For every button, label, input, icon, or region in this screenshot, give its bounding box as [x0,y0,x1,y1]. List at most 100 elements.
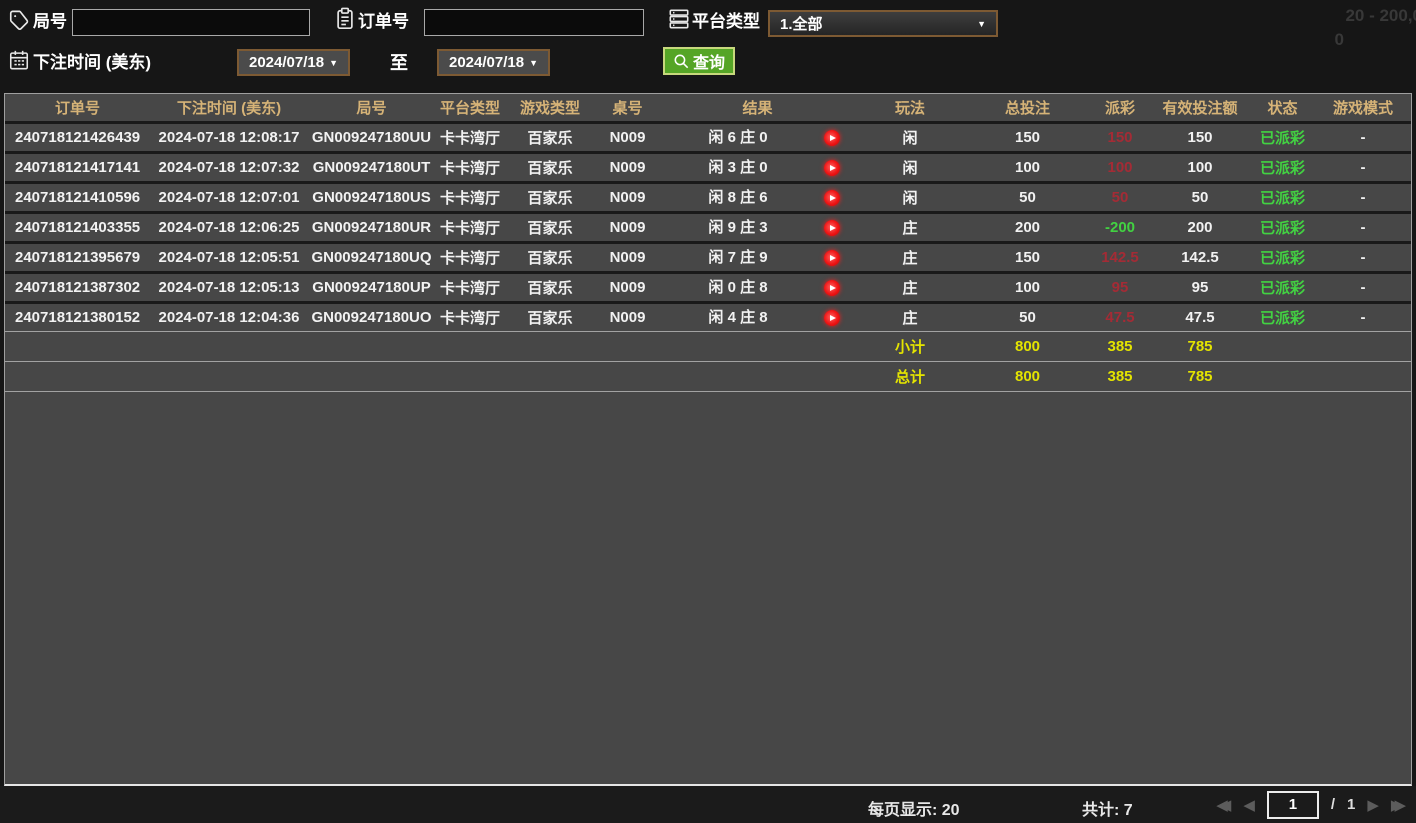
subtotal-valid: 785 [1150,331,1250,361]
play-video-icon[interactable] [824,279,840,296]
status-cell: 已派彩 [1250,214,1315,244]
valid-bet-cell: 95 [1150,274,1250,304]
play-type-cell: 闲 [855,124,965,154]
clipboard-icon [334,7,356,31]
play-video-icon[interactable] [824,129,840,146]
col-header-mode: 游戏模式 [1315,94,1411,124]
order-cell: 240718121395679 [5,244,150,274]
play-video-icon[interactable] [824,189,840,206]
platform-cell: 卡卡湾厅 [435,184,505,214]
footer-bar: 每页显示: 20 共计: 7 ◀◀ ◀ / 1 ▶ ▶▶ [0,786,1416,823]
total-valid: 785 [1150,361,1250,392]
bet-cell: 100 [965,154,1090,184]
payout-cell: 50 [1090,184,1150,214]
col-header-play: 玩法 [855,94,965,124]
play-video-icon[interactable] [824,219,840,236]
round-no-label: 局号 [33,12,67,31]
last-page-button[interactable]: ▶▶ [1391,796,1406,814]
valid-bet-cell: 47.5 [1185,309,1215,326]
time-cell: 2024-07-18 12:05:51 [150,244,308,274]
status-cell: 已派彩 [1250,154,1315,184]
result-cell: 闲 4 庄 8 [660,304,855,331]
prev-page-button[interactable]: ◀ [1243,796,1255,814]
valid-bet-cell: 142.5 [1150,244,1250,274]
col-header-valid: 有效投注额 [1150,94,1250,124]
play-video-icon[interactable] [824,249,840,266]
table-summary: 小计 800 385 785 总计 800 385 785 [5,331,1411,392]
query-button-label: 查询 [693,55,726,72]
round-no-input[interactable] [72,9,310,36]
total-payout: 385 [1090,361,1150,392]
ghost-text-1: 20 - 200,0 [1345,6,1416,25]
table-no-cell: N009 [595,274,660,304]
order-no-input[interactable] [424,9,644,36]
mode-cell: - [1315,154,1411,184]
bet-time-label: 下注时间 (美东) [33,53,152,72]
total-label: 总计 [855,361,965,392]
mode-cell: - [1315,274,1411,304]
result-cell: 闲 8 庄 6 [660,184,855,214]
game-cell: 百家乐 [527,310,573,327]
order-cell: 240718121403355 [5,214,150,244]
result-text: 闲 9 庄 3 [708,219,768,236]
to-label: 至 [390,53,408,73]
mode-cell: - [1360,309,1366,326]
bet-cell: 100 [965,274,1090,304]
platform-type-select[interactable]: 1.全部 ▼ [768,10,998,37]
payout-cell: 47.5 [1105,309,1135,326]
col-header-payout: 派彩 [1090,94,1150,124]
bet-cell: 150 [965,244,1090,274]
payout-cell: -200 [1090,214,1150,244]
order-query-page: { "colors":{ "gold":"#d6b377", "red":"#a… [0,0,1416,823]
time-cell: 2024-07-18 12:08:17 [150,124,308,154]
play-video-icon[interactable] [824,309,840,326]
order-cell: 240718121417141 [5,154,150,184]
table-header-row: 订单号 下注时间 (美东) 局号 平台类型 游戏类型 桌号 结果 玩法 总投注 … [5,94,1411,124]
time-cell: 2024-07-18 12:06:25 [150,214,308,244]
search-icon [673,53,690,70]
bet-cell: 50 [965,184,1090,214]
result-cell: 闲 9 庄 3 [660,214,855,244]
page-separator: / [1330,796,1336,813]
orders-table-container: 订单号 下注时间 (美东) 局号 平台类型 游戏类型 桌号 结果 玩法 总投注 … [4,93,1412,786]
round-cell: GN009247180UP [308,274,435,304]
play-video-icon[interactable] [824,159,840,176]
result-text: 闲 8 庄 6 [708,189,768,206]
game-cell: 百家乐 [505,244,595,274]
play-type-cell: 闲 [855,184,965,214]
order-cell: 240718121387302 [5,274,150,304]
first-page-button[interactable]: ◀◀ [1216,796,1231,814]
valid-bet-cell: 100 [1150,154,1250,184]
subtotal-row: 小计 800 385 785 [5,331,1411,361]
game-cell: 百家乐 [505,274,595,304]
status-cell: 已派彩 [1259,310,1305,327]
order-no-label: 订单号 [358,12,409,31]
page-number-input[interactable] [1266,790,1319,819]
mode-cell: - [1315,184,1411,214]
game-cell: 百家乐 [505,184,595,214]
date-from-picker[interactable]: 2024/07/18 ▼ [237,49,350,76]
col-header-order: 订单号 [5,94,150,124]
payout-cell: 150 [1090,124,1150,154]
bet-cell: 150 [965,124,1090,154]
col-header-game: 游戏类型 [505,94,595,124]
platform-cell: 卡卡湾厅 [435,154,505,184]
table-row: 240718121410596 2024-07-18 12:07:01 GN00… [5,184,1411,214]
status-cell: 已派彩 [1250,274,1315,304]
col-header-status: 状态 [1250,94,1315,124]
next-page-button[interactable]: ▶ [1367,796,1379,814]
platform-cell: 卡卡湾厅 [439,310,500,327]
result-text: 闲 7 庄 9 [708,249,768,266]
result-cell: 闲 0 庄 8 [660,274,855,304]
date-to-picker[interactable]: 2024/07/18 ▼ [437,49,550,76]
payout-cell: 100 [1090,154,1150,184]
table-no-cell: N009 [595,214,660,244]
query-button[interactable]: 查询 [663,47,736,75]
col-header-platform: 平台类型 [435,94,505,124]
col-header-table: 桌号 [595,94,660,124]
platform-stack-icon [668,8,690,30]
chevron-down-icon: ▼ [329,57,338,68]
page-total: 1 [1347,796,1356,813]
pagination: ◀◀ ◀ / 1 ▶ ▶▶ [1216,786,1406,823]
payout-cell: 142.5 [1090,244,1150,274]
